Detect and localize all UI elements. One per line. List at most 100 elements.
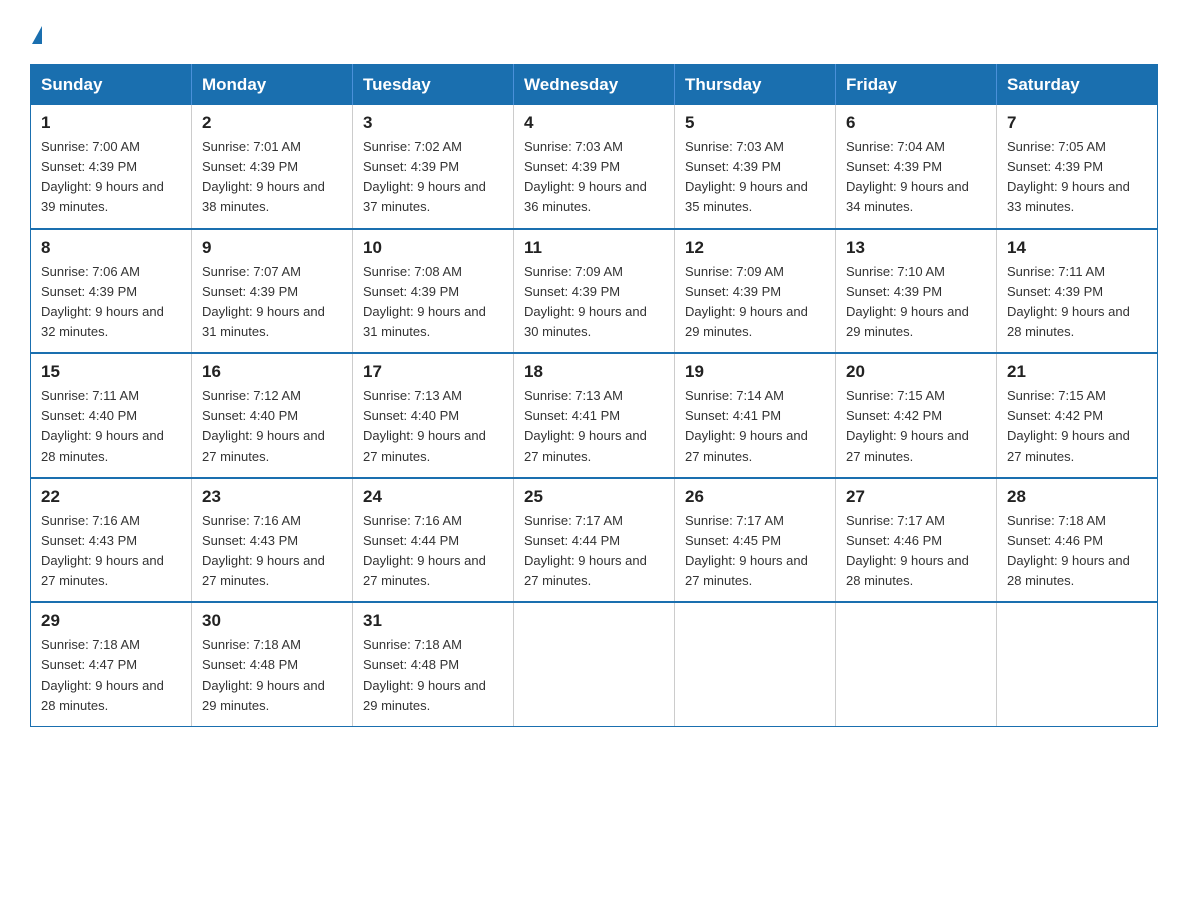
day-info: Sunrise: 7:18 AMSunset: 4:47 PMDaylight:… [41,637,164,712]
day-info: Sunrise: 7:18 AMSunset: 4:46 PMDaylight:… [1007,513,1130,588]
day-number: 9 [202,238,342,258]
day-number: 26 [685,487,825,507]
day-info: Sunrise: 7:18 AMSunset: 4:48 PMDaylight:… [363,637,486,712]
weekday-header-tuesday: Tuesday [353,65,514,106]
day-info: Sunrise: 7:16 AMSunset: 4:43 PMDaylight:… [41,513,164,588]
day-number: 22 [41,487,181,507]
calendar-cell: 26 Sunrise: 7:17 AMSunset: 4:45 PMDaylig… [675,478,836,603]
day-info: Sunrise: 7:05 AMSunset: 4:39 PMDaylight:… [1007,139,1130,214]
weekday-header-sunday: Sunday [31,65,192,106]
day-info: Sunrise: 7:02 AMSunset: 4:39 PMDaylight:… [363,139,486,214]
day-number: 16 [202,362,342,382]
calendar-cell: 24 Sunrise: 7:16 AMSunset: 4:44 PMDaylig… [353,478,514,603]
day-info: Sunrise: 7:03 AMSunset: 4:39 PMDaylight:… [685,139,808,214]
day-info: Sunrise: 7:09 AMSunset: 4:39 PMDaylight:… [524,264,647,339]
week-row-1: 1 Sunrise: 7:00 AMSunset: 4:39 PMDayligh… [31,105,1158,229]
calendar-cell: 10 Sunrise: 7:08 AMSunset: 4:39 PMDaylig… [353,229,514,354]
calendar-cell: 30 Sunrise: 7:18 AMSunset: 4:48 PMDaylig… [192,602,353,726]
week-row-5: 29 Sunrise: 7:18 AMSunset: 4:47 PMDaylig… [31,602,1158,726]
day-info: Sunrise: 7:18 AMSunset: 4:48 PMDaylight:… [202,637,325,712]
day-number: 1 [41,113,181,133]
day-number: 20 [846,362,986,382]
day-number: 8 [41,238,181,258]
day-info: Sunrise: 7:12 AMSunset: 4:40 PMDaylight:… [202,388,325,463]
calendar-cell: 11 Sunrise: 7:09 AMSunset: 4:39 PMDaylig… [514,229,675,354]
day-info: Sunrise: 7:16 AMSunset: 4:43 PMDaylight:… [202,513,325,588]
day-number: 2 [202,113,342,133]
day-number: 24 [363,487,503,507]
day-number: 18 [524,362,664,382]
day-number: 13 [846,238,986,258]
calendar-header: SundayMondayTuesdayWednesdayThursdayFrid… [31,65,1158,106]
page-header [30,20,1158,46]
calendar-cell: 8 Sunrise: 7:06 AMSunset: 4:39 PMDayligh… [31,229,192,354]
day-info: Sunrise: 7:01 AMSunset: 4:39 PMDaylight:… [202,139,325,214]
calendar-table: SundayMondayTuesdayWednesdayThursdayFrid… [30,64,1158,727]
calendar-cell: 5 Sunrise: 7:03 AMSunset: 4:39 PMDayligh… [675,105,836,229]
day-number: 7 [1007,113,1147,133]
weekday-header-wednesday: Wednesday [514,65,675,106]
weekday-header-thursday: Thursday [675,65,836,106]
weekday-header-monday: Monday [192,65,353,106]
day-info: Sunrise: 7:08 AMSunset: 4:39 PMDaylight:… [363,264,486,339]
day-number: 5 [685,113,825,133]
day-info: Sunrise: 7:13 AMSunset: 4:40 PMDaylight:… [363,388,486,463]
day-info: Sunrise: 7:10 AMSunset: 4:39 PMDaylight:… [846,264,969,339]
day-number: 15 [41,362,181,382]
day-number: 14 [1007,238,1147,258]
calendar-cell: 31 Sunrise: 7:18 AMSunset: 4:48 PMDaylig… [353,602,514,726]
calendar-cell: 25 Sunrise: 7:17 AMSunset: 4:44 PMDaylig… [514,478,675,603]
calendar-cell: 17 Sunrise: 7:13 AMSunset: 4:40 PMDaylig… [353,353,514,478]
week-row-3: 15 Sunrise: 7:11 AMSunset: 4:40 PMDaylig… [31,353,1158,478]
day-info: Sunrise: 7:14 AMSunset: 4:41 PMDaylight:… [685,388,808,463]
calendar-cell: 28 Sunrise: 7:18 AMSunset: 4:46 PMDaylig… [997,478,1158,603]
day-number: 25 [524,487,664,507]
calendar-cell [675,602,836,726]
day-info: Sunrise: 7:17 AMSunset: 4:44 PMDaylight:… [524,513,647,588]
calendar-cell: 22 Sunrise: 7:16 AMSunset: 4:43 PMDaylig… [31,478,192,603]
calendar-cell [836,602,997,726]
logo-triangle-icon [32,26,42,44]
calendar-cell: 27 Sunrise: 7:17 AMSunset: 4:46 PMDaylig… [836,478,997,603]
calendar-cell: 18 Sunrise: 7:13 AMSunset: 4:41 PMDaylig… [514,353,675,478]
weekday-header-row: SundayMondayTuesdayWednesdayThursdayFrid… [31,65,1158,106]
calendar-cell [997,602,1158,726]
calendar-cell: 23 Sunrise: 7:16 AMSunset: 4:43 PMDaylig… [192,478,353,603]
calendar-cell: 1 Sunrise: 7:00 AMSunset: 4:39 PMDayligh… [31,105,192,229]
day-number: 4 [524,113,664,133]
calendar-body: 1 Sunrise: 7:00 AMSunset: 4:39 PMDayligh… [31,105,1158,726]
day-info: Sunrise: 7:16 AMSunset: 4:44 PMDaylight:… [363,513,486,588]
day-number: 28 [1007,487,1147,507]
day-info: Sunrise: 7:11 AMSunset: 4:39 PMDaylight:… [1007,264,1130,339]
day-number: 17 [363,362,503,382]
day-number: 3 [363,113,503,133]
weekday-header-saturday: Saturday [997,65,1158,106]
day-number: 11 [524,238,664,258]
day-info: Sunrise: 7:15 AMSunset: 4:42 PMDaylight:… [846,388,969,463]
day-info: Sunrise: 7:17 AMSunset: 4:45 PMDaylight:… [685,513,808,588]
day-number: 6 [846,113,986,133]
calendar-cell: 9 Sunrise: 7:07 AMSunset: 4:39 PMDayligh… [192,229,353,354]
calendar-cell: 19 Sunrise: 7:14 AMSunset: 4:41 PMDaylig… [675,353,836,478]
day-info: Sunrise: 7:00 AMSunset: 4:39 PMDaylight:… [41,139,164,214]
day-info: Sunrise: 7:06 AMSunset: 4:39 PMDaylight:… [41,264,164,339]
week-row-4: 22 Sunrise: 7:16 AMSunset: 4:43 PMDaylig… [31,478,1158,603]
calendar-cell: 4 Sunrise: 7:03 AMSunset: 4:39 PMDayligh… [514,105,675,229]
day-number: 10 [363,238,503,258]
calendar-cell: 6 Sunrise: 7:04 AMSunset: 4:39 PMDayligh… [836,105,997,229]
day-number: 27 [846,487,986,507]
day-number: 29 [41,611,181,631]
logo [30,28,42,46]
calendar-cell: 16 Sunrise: 7:12 AMSunset: 4:40 PMDaylig… [192,353,353,478]
day-number: 12 [685,238,825,258]
week-row-2: 8 Sunrise: 7:06 AMSunset: 4:39 PMDayligh… [31,229,1158,354]
calendar-cell: 12 Sunrise: 7:09 AMSunset: 4:39 PMDaylig… [675,229,836,354]
calendar-cell: 29 Sunrise: 7:18 AMSunset: 4:47 PMDaylig… [31,602,192,726]
calendar-cell [514,602,675,726]
calendar-cell: 13 Sunrise: 7:10 AMSunset: 4:39 PMDaylig… [836,229,997,354]
calendar-cell: 7 Sunrise: 7:05 AMSunset: 4:39 PMDayligh… [997,105,1158,229]
day-info: Sunrise: 7:11 AMSunset: 4:40 PMDaylight:… [41,388,164,463]
calendar-cell: 14 Sunrise: 7:11 AMSunset: 4:39 PMDaylig… [997,229,1158,354]
calendar-cell: 21 Sunrise: 7:15 AMSunset: 4:42 PMDaylig… [997,353,1158,478]
day-number: 30 [202,611,342,631]
